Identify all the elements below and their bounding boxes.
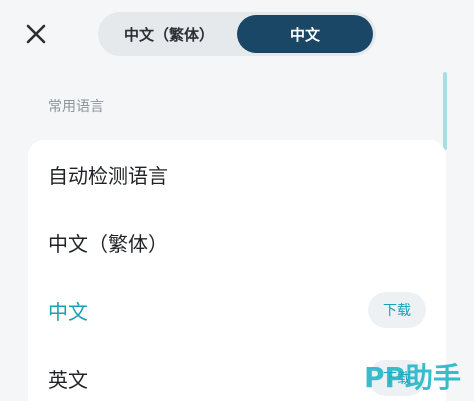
list-item-traditional-chinese[interactable]: 中文（繁体） — [48, 212, 426, 272]
close-icon — [26, 24, 46, 44]
list-item-chinese[interactable]: 中文 下载 — [48, 280, 426, 340]
section-title: 常用语言 — [48, 99, 104, 115]
list-item-auto-detect[interactable]: 自动检测语言 — [48, 144, 426, 204]
download-button[interactable]: 下载 — [368, 292, 426, 328]
download-button[interactable]: 下载 — [368, 360, 426, 396]
tab-source-language[interactable]: 中文（繁体） — [101, 15, 237, 53]
list-item-label: 中文 — [48, 299, 88, 324]
language-list: 自动检测语言 中文（繁体） 中文 下载 英文 下载 — [28, 140, 446, 401]
scrollbar[interactable] — [443, 72, 447, 150]
language-picker-screen: 中文（繁体） 中文 常用语言 自动检测语言 中文（繁体） 中文 下载 英文 下载… — [0, 0, 474, 401]
close-button[interactable] — [20, 18, 52, 50]
list-item-label: 自动检测语言 — [48, 163, 168, 188]
list-item-english[interactable]: 英文 下载 — [48, 348, 426, 401]
language-tab-switcher: 中文（繁体） 中文 — [98, 12, 376, 56]
list-item-label: 中文（繁体） — [48, 231, 168, 256]
tab-target-language[interactable]: 中文 — [237, 15, 373, 53]
list-item-label: 英文 — [48, 367, 88, 392]
